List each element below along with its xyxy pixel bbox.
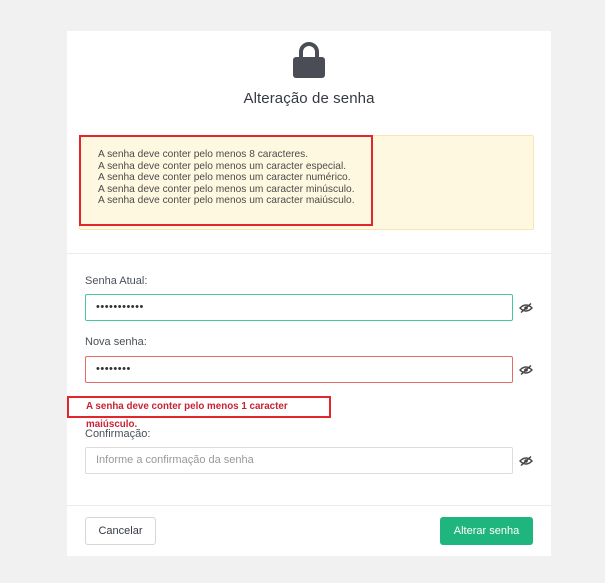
cancel-button[interactable]: Cancelar xyxy=(85,517,156,545)
eye-slash-icon[interactable] xyxy=(519,365,533,375)
divider xyxy=(67,253,551,254)
eye-slash-icon[interactable] xyxy=(519,303,533,313)
new-password-input[interactable]: •••••••• xyxy=(85,356,513,383)
lock-icon xyxy=(293,42,325,78)
new-password-label: Nova senha: xyxy=(85,336,147,348)
new-password-error: A senha deve conter pelo menos 1 caracte… xyxy=(67,396,331,430)
current-password-label: Senha Atual: xyxy=(85,275,148,287)
current-password-input[interactable]: ••••••••••• xyxy=(85,294,513,321)
change-password-button[interactable]: Alterar senha xyxy=(440,517,533,545)
confirmation-placeholder: Informe a confirmação da senha xyxy=(96,454,254,466)
password-change-card: Alteração de senha A senha deve conter p… xyxy=(67,31,551,556)
current-password-value: ••••••••••• xyxy=(96,301,144,313)
confirmation-input[interactable]: Informe a confirmação da senha xyxy=(85,447,513,474)
requirements-highlight-box xyxy=(79,135,373,226)
confirmation-label: Confirmação: xyxy=(85,428,151,440)
new-password-value: •••••••• xyxy=(96,363,131,375)
page-title: Alteração de senha xyxy=(243,90,375,107)
eye-slash-icon[interactable] xyxy=(519,456,533,466)
divider xyxy=(67,505,551,506)
